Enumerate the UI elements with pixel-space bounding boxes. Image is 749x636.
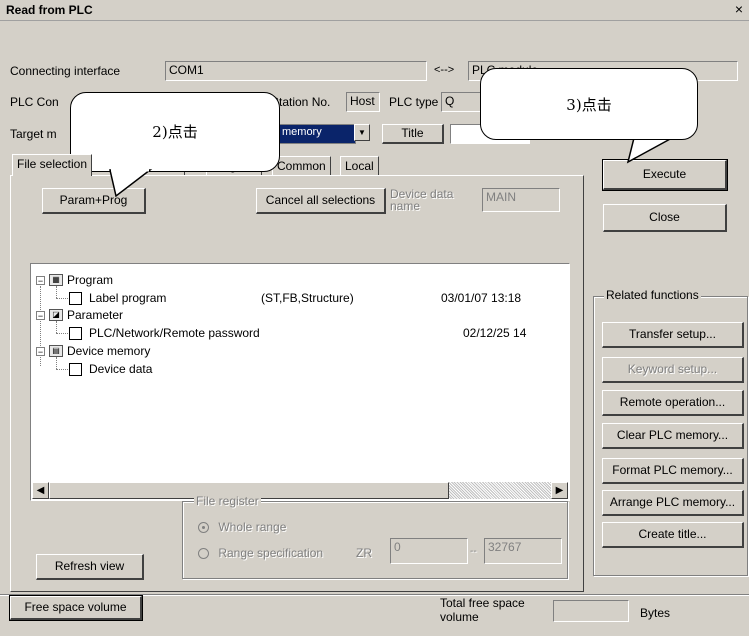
step2-pointer — [109, 169, 153, 198]
step3-pointer — [626, 137, 673, 164]
tab-file-selection[interactable]: File selection — [12, 154, 93, 176]
read-from-plc-dialog: Read from PLC × Connecting interface COM… — [0, 0, 749, 636]
step3-callout: 3)点击 — [480, 68, 698, 140]
